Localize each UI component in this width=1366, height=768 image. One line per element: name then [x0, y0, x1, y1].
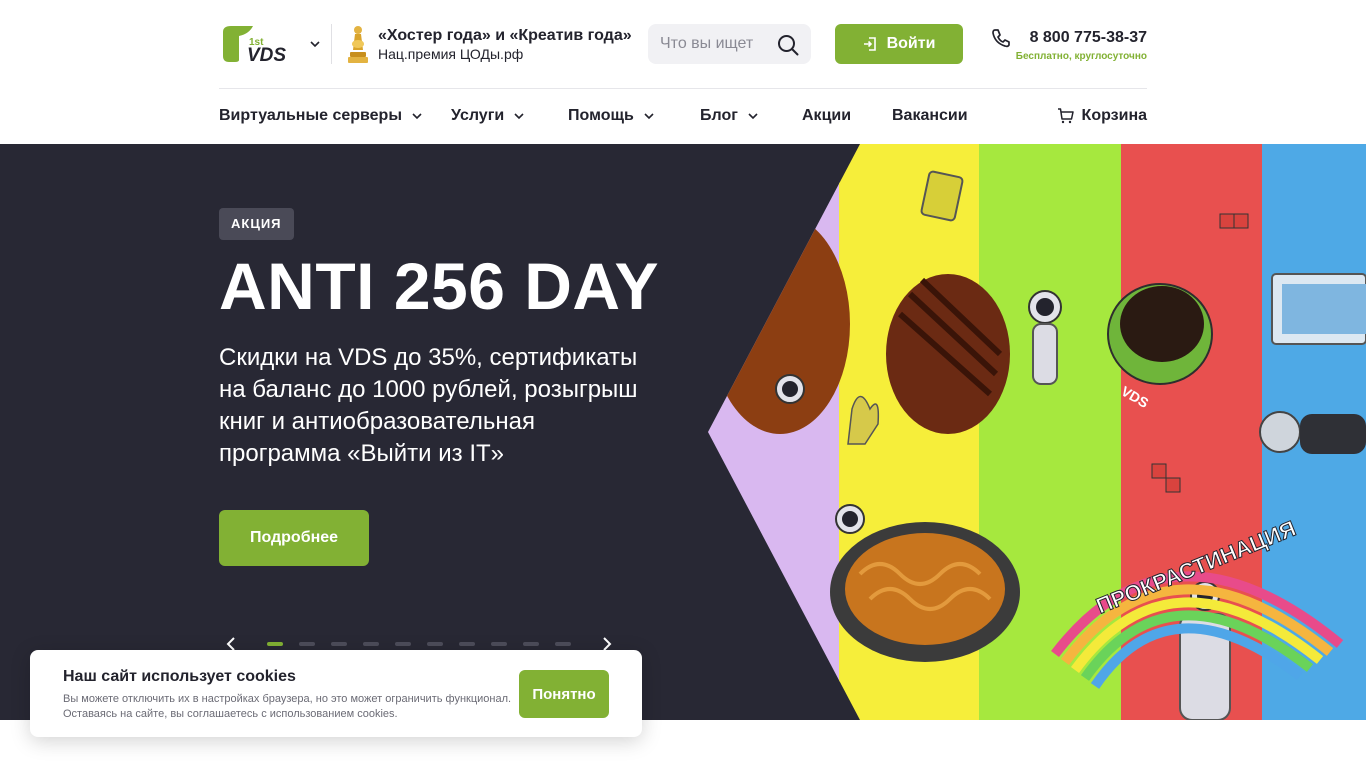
nav-item-help[interactable]: Помощь [568, 107, 654, 125]
chevron-down-icon [644, 112, 654, 119]
search-input[interactable] [660, 24, 770, 64]
slider-dot[interactable] [491, 642, 507, 646]
chevron-down-icon [412, 112, 422, 119]
award-trophy-icon [348, 26, 368, 63]
phone-note: Бесплатно, круглосуточно [1015, 51, 1147, 62]
chevron-down-icon [748, 112, 758, 119]
slider-dot[interactable] [331, 642, 347, 646]
cookie-title: Наш сайт использует cookies [63, 668, 296, 685]
cookie-accept-button[interactable]: Понятно [519, 670, 609, 718]
award-title[interactable]: «Хостер года» и «Креатив года» [378, 27, 632, 45]
nav-item-label: Услуги [451, 107, 505, 124]
login-icon [863, 37, 876, 51]
slider-dot[interactable] [299, 642, 315, 646]
main-nav: Виртуальные серверы Услуги Помощь Блог А… [219, 89, 1147, 144]
nav-item-vacancies[interactable]: Вакансии [892, 107, 968, 125]
hero-slider: АКЦИЯ ANTI 256 DAY Скидки на VDS до 35%,… [0, 144, 1366, 720]
cart-icon [1057, 108, 1074, 124]
nav-item-promotions[interactable]: Акции [802, 107, 851, 125]
slider-dot[interactable] [395, 642, 411, 646]
search-icon[interactable] [777, 34, 799, 56]
slider-dot[interactable] [267, 642, 283, 646]
cart-link[interactable]: Корзина [1057, 107, 1147, 125]
promo-badge: АКЦИЯ [219, 208, 294, 240]
chevron-down-icon [514, 112, 524, 119]
header-top: 1st VDS «Хостер года» и «Креатив года» Н… [219, 0, 1147, 89]
chevron-down-icon[interactable] [309, 38, 321, 50]
nav-item-label: Блог [700, 107, 738, 124]
logo[interactable]: 1st VDS [219, 24, 299, 64]
slider-dot[interactable] [427, 642, 443, 646]
nav-item-label: Виртуальные серверы [219, 107, 402, 124]
nav-item-label: Помощь [568, 107, 634, 124]
slider-dot[interactable] [555, 642, 571, 646]
slider-dot[interactable] [459, 642, 475, 646]
nav-item-label: Вакансии [892, 107, 968, 124]
search-box[interactable] [648, 24, 811, 64]
phone-icon [992, 29, 1010, 48]
hero-title: ANTI 256 DAY [219, 249, 660, 323]
slider-dot[interactable] [363, 642, 379, 646]
slider-dots [267, 642, 571, 646]
more-button[interactable]: Подробнее [219, 510, 369, 566]
login-label: Войти [886, 35, 936, 52]
hero-illustration: VDS ПРОКРАСТИНАЦИЯ [708, 144, 1366, 720]
cookie-banner: Наш сайт использует cookies Вы можете от… [30, 650, 642, 737]
slider-dot[interactable] [523, 642, 539, 646]
hero-description: Скидки на VDS до 35%, сертификаты на бал… [219, 344, 638, 467]
cart-label: Корзина [1081, 107, 1147, 124]
nav-item-services[interactable]: Услуги [451, 107, 524, 125]
nav-item-blog[interactable]: Блог [700, 107, 758, 125]
cookie-text: Вы можете отключить их в настройках брау… [63, 693, 512, 720]
logo-text: VDS [247, 45, 286, 64]
login-button[interactable]: Войти [835, 24, 963, 64]
award-subtitle[interactable]: Нац.премия ЦОДы.рф [378, 46, 523, 62]
phone-number[interactable]: 8 800 775-38-37 [1030, 29, 1147, 47]
nav-item-virtual-servers[interactable]: Виртуальные серверы [219, 107, 422, 125]
nav-item-label: Акции [802, 107, 852, 124]
divider [331, 24, 332, 64]
